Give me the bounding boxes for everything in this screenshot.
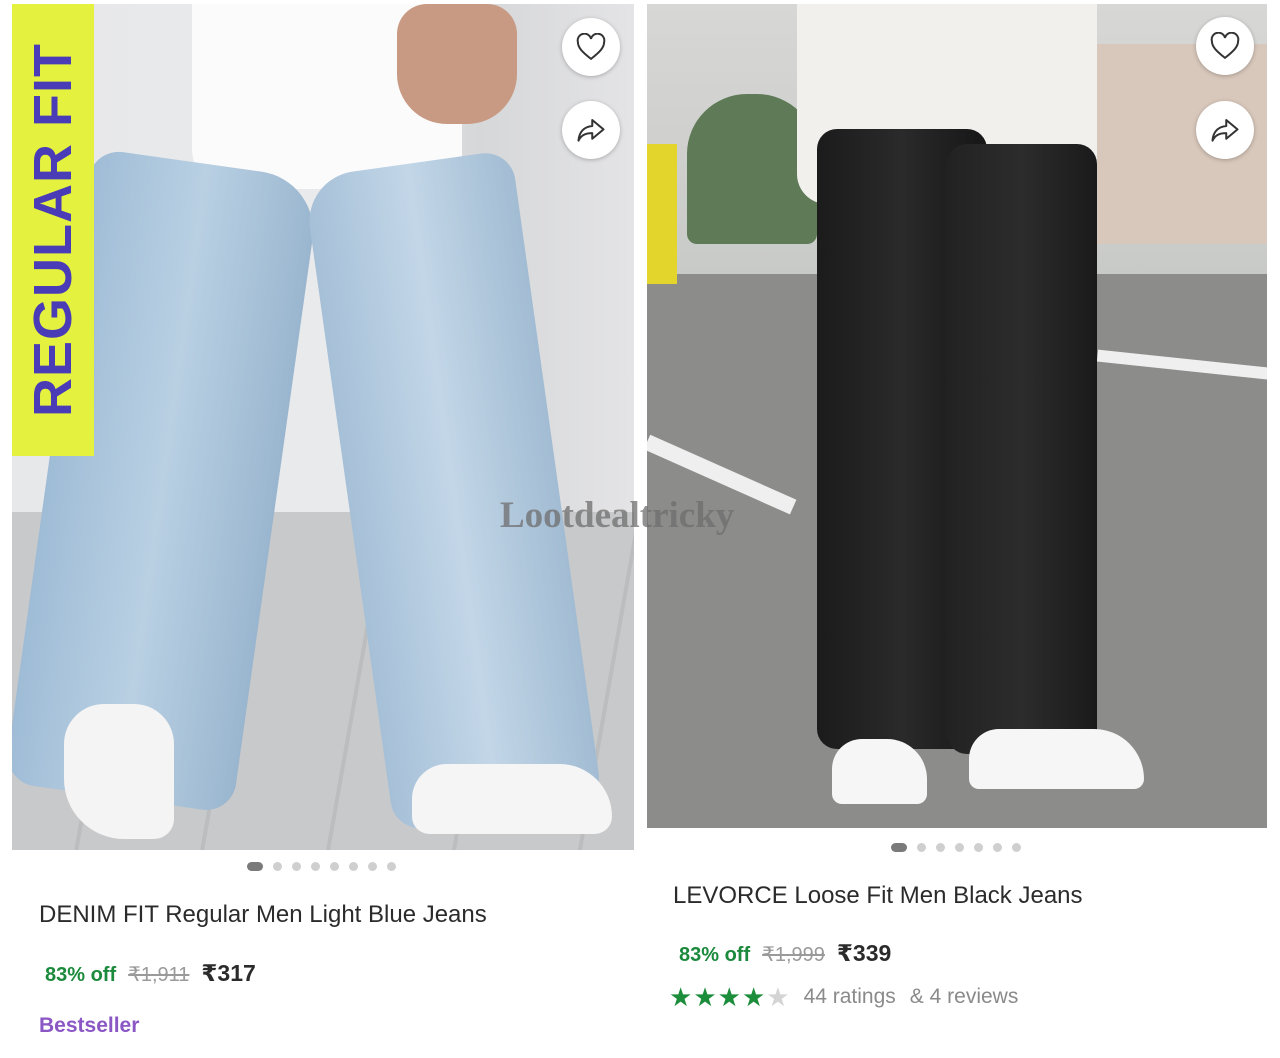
original-price: ₹1,999 <box>762 944 825 966</box>
heart-icon <box>576 33 606 61</box>
photo-arm <box>397 4 517 124</box>
carousel-dot[interactable] <box>1012 843 1021 852</box>
carousel-dot[interactable] <box>387 862 396 871</box>
wishlist-button[interactable] <box>1196 17 1254 75</box>
reviews-count: & 4 reviews <box>909 985 1019 1008</box>
fit-badge-label: REGULAR FIT <box>23 43 84 417</box>
share-button[interactable] <box>1196 101 1254 159</box>
heart-icon <box>1210 32 1240 60</box>
product-image[interactable] <box>647 4 1267 828</box>
photo-shoe <box>832 739 927 804</box>
selling-price: ₹317 <box>201 960 256 986</box>
carousel-dot[interactable] <box>247 862 263 871</box>
carousel-dot[interactable] <box>993 843 1002 852</box>
photo-shoe <box>412 764 612 834</box>
carousel-dot[interactable] <box>955 843 964 852</box>
carousel-dot[interactable] <box>891 843 907 852</box>
carousel-dot[interactable] <box>936 843 945 852</box>
carousel-dot[interactable] <box>273 862 282 871</box>
fit-badge: REGULAR FIT <box>12 4 94 456</box>
photo-shoe <box>969 729 1144 789</box>
discount-label: 83% off <box>45 964 117 986</box>
product-title[interactable]: LEVORCE Loose Fit Men Black Jeans <box>673 882 1083 910</box>
star-filled-icon: ★ <box>669 982 693 1012</box>
carousel-indicator[interactable] <box>247 862 396 871</box>
photo-bus <box>647 144 677 284</box>
carousel-indicator[interactable] <box>891 843 1021 852</box>
discount-label: 83% off <box>679 944 751 966</box>
carousel-dot[interactable] <box>292 862 301 871</box>
selling-price: ₹339 <box>836 940 892 966</box>
wishlist-button[interactable] <box>562 18 620 76</box>
carousel-dot[interactable] <box>917 843 926 852</box>
original-price: ₹1,911 <box>128 964 190 986</box>
product-title[interactable]: DENIM FIT Regular Men Light Blue Jeans <box>39 901 487 929</box>
carousel-dot[interactable] <box>368 862 377 871</box>
photo-jeans-leg <box>947 144 1097 754</box>
star-rating: ★ ★ ★ ★ ★ <box>669 984 790 1010</box>
carousel-dot[interactable] <box>974 843 983 852</box>
share-icon <box>577 119 605 142</box>
price-row: 83% off ₹1,999 ₹339 <box>679 940 891 967</box>
share-icon <box>1211 119 1239 142</box>
star-filled-icon: ★ <box>717 982 741 1012</box>
star-filled-icon: ★ <box>741 982 766 1012</box>
carousel-dot[interactable] <box>330 862 339 871</box>
watermark-text: Lootdealtricky <box>500 495 735 536</box>
photo-shoe <box>64 704 174 839</box>
bestseller-tag: Bestseller <box>39 1014 140 1037</box>
product-image[interactable]: REGULAR FIT <box>12 4 634 850</box>
carousel-dot[interactable] <box>349 862 358 871</box>
share-button[interactable] <box>562 101 620 159</box>
price-row: 83% off ₹1,911 ₹317 <box>45 960 256 987</box>
star-empty-icon: ★ <box>766 982 790 1012</box>
star-filled-icon: ★ <box>693 982 717 1012</box>
rating-row[interactable]: ★ ★ ★ ★ ★ 44 ratings & 4 reviews <box>669 984 1018 1010</box>
carousel-dot[interactable] <box>311 862 320 871</box>
ratings-count: 44 ratings <box>803 985 896 1008</box>
